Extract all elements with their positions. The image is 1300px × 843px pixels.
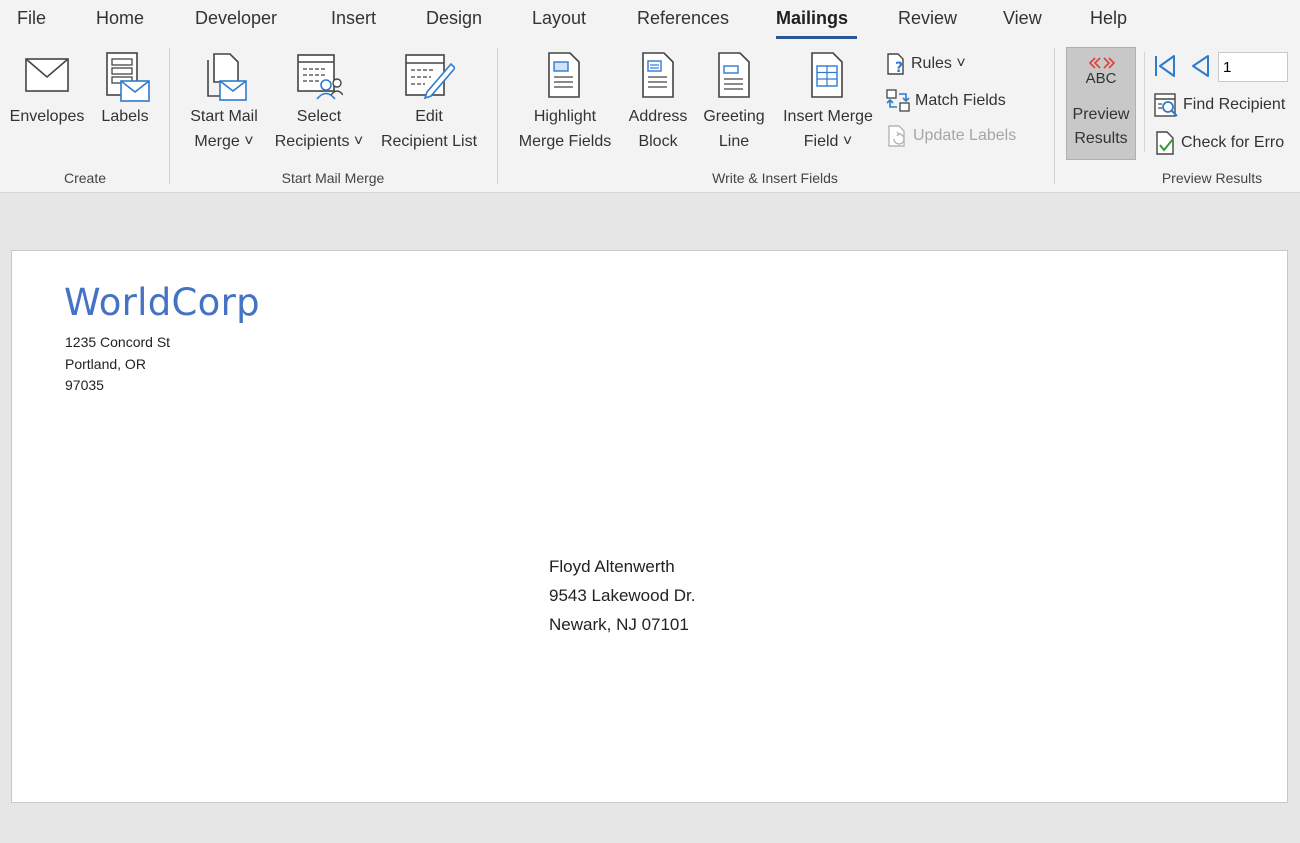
preview-results-label-2: Results [1074, 130, 1128, 147]
check-errors-label: Check for Erro [1181, 134, 1285, 151]
group-separator [1054, 48, 1055, 184]
highlight-merge-fields-label-2: Merge Fields [518, 133, 612, 150]
match-fields-label: Match Fields [915, 92, 1006, 109]
return-street: 1235 Concord St [65, 334, 171, 350]
tab-file[interactable]: File [17, 8, 46, 29]
update-labels-label: Update Labels [913, 127, 1017, 144]
envelopes-label: Envelopes [9, 108, 85, 125]
group-label-create: Create [63, 170, 107, 186]
check-errors-icon [1156, 131, 1174, 155]
svg-text:?: ? [895, 60, 903, 75]
find-recipient-icon [1154, 93, 1178, 117]
highlight-merge-fields-icon [548, 52, 580, 98]
preview-results-label-1: Preview [1072, 106, 1130, 123]
select-recipients-label-2: Recipients ˅ [274, 133, 364, 150]
edit-recipient-list-label-1: Edit [415, 108, 443, 125]
tab-help[interactable]: Help [1090, 8, 1127, 29]
check-for-errors-button[interactable]: Check for Erro [1154, 131, 1284, 155]
insert-merge-field-label-1: Insert Merge [783, 108, 873, 125]
group-label-write-insert-fields: Write & Insert Fields [712, 170, 838, 186]
labels-icon [106, 52, 150, 102]
group-separator [497, 48, 498, 184]
rules-icon: ? [887, 53, 904, 75]
labels-button[interactable]: Labels [95, 44, 157, 164]
group-label-start-mail-merge: Start Mail Merge [281, 170, 385, 186]
edit-recipient-list-label-2: Recipient List [380, 133, 478, 150]
start-mail-merge-button[interactable]: Start Mail Merge ˅ [180, 44, 265, 164]
document-page[interactable]: WorldCorp 1235 Concord St Portland, OR 9… [11, 250, 1288, 803]
tab-mailings[interactable]: Mailings [776, 8, 848, 29]
match-fields-button[interactable]: Match Fields [886, 89, 1006, 113]
select-recipients-button[interactable]: Select Recipients ˅ [265, 44, 370, 164]
first-record-icon[interactable] [1154, 54, 1176, 78]
preview-results-button[interactable]: ABC Preview Results [1066, 47, 1136, 160]
find-recipient-label: Find Recipient [1183, 96, 1286, 113]
ribbon: Envelopes Labels Create Start Mail Merge… [0, 44, 1300, 193]
tab-insert[interactable]: Insert [331, 8, 376, 29]
greeting-line-label-2: Line [718, 133, 750, 150]
greeting-line-button[interactable]: Greeting Line [697, 44, 771, 164]
tab-design[interactable]: Design [426, 8, 482, 29]
insert-merge-field-label-2: Field ˅ [803, 133, 853, 150]
group-label-preview-results: Preview Results [1161, 170, 1263, 186]
preview-arrows-icon [1088, 57, 1116, 69]
tab-developer[interactable]: Developer [195, 8, 277, 29]
address-block-label-2: Block [638, 133, 678, 150]
recipient-street: 9543 Lakewood Dr. [549, 586, 696, 605]
start-mail-merge-icon [207, 53, 247, 101]
rules-button[interactable]: ? Rules ˅ [886, 53, 966, 75]
rules-label: Rules ˅ [911, 55, 966, 72]
preview-abc-text: ABC [1085, 70, 1117, 87]
tab-view[interactable]: View [1003, 8, 1042, 29]
edit-recipient-list-button[interactable]: Edit Recipient List [375, 44, 485, 164]
tab-home[interactable]: Home [96, 8, 144, 29]
start-mail-merge-label-2: Merge ˅ [194, 133, 254, 150]
address-block-icon [642, 52, 674, 98]
insert-merge-field-button[interactable]: Insert Merge Field ˅ [774, 44, 882, 164]
highlight-merge-fields-label-1: Highlight [533, 108, 597, 125]
find-recipient-button[interactable]: Find Recipient [1154, 93, 1285, 117]
previous-record-icon[interactable] [1190, 54, 1210, 78]
group-separator [169, 48, 170, 184]
address-block-button[interactable]: Address Block [622, 44, 694, 164]
greeting-line-label-1: Greeting [703, 108, 765, 125]
match-fields-icon [886, 89, 910, 112]
edit-recipient-list-icon [405, 54, 455, 100]
update-labels-button[interactable]: Update Labels [886, 124, 1016, 148]
select-recipients-icon [297, 54, 343, 100]
address-block-label-1: Address [628, 108, 688, 125]
insert-merge-field-icon [811, 52, 843, 98]
envelope-icon [25, 58, 69, 92]
return-zip: 97035 [65, 377, 104, 393]
preview-separator [1144, 52, 1145, 152]
tab-layout[interactable]: Layout [532, 8, 586, 29]
tab-references[interactable]: References [637, 8, 729, 29]
active-tab-indicator [776, 36, 857, 39]
update-labels-icon [888, 125, 905, 147]
record-number-input[interactable] [1218, 52, 1288, 82]
tab-review[interactable]: Review [898, 8, 957, 29]
recipient-name: Floyd Altenwerth [549, 557, 675, 576]
select-recipients-label-1: Select [296, 108, 342, 125]
envelopes-button[interactable]: Envelopes [0, 44, 95, 164]
labels-label: Labels [101, 108, 149, 125]
company-name: WorldCorp [64, 281, 260, 324]
highlight-merge-fields-button[interactable]: Highlight Merge Fields [510, 44, 620, 164]
recipient-city-line: Newark, NJ 07101 [549, 615, 689, 634]
menu-bar: File Home Developer Insert Design Layout… [0, 0, 1300, 44]
start-mail-merge-label-1: Start Mail [190, 108, 258, 125]
return-city-state: Portland, OR [65, 356, 146, 372]
greeting-line-icon [718, 52, 750, 98]
